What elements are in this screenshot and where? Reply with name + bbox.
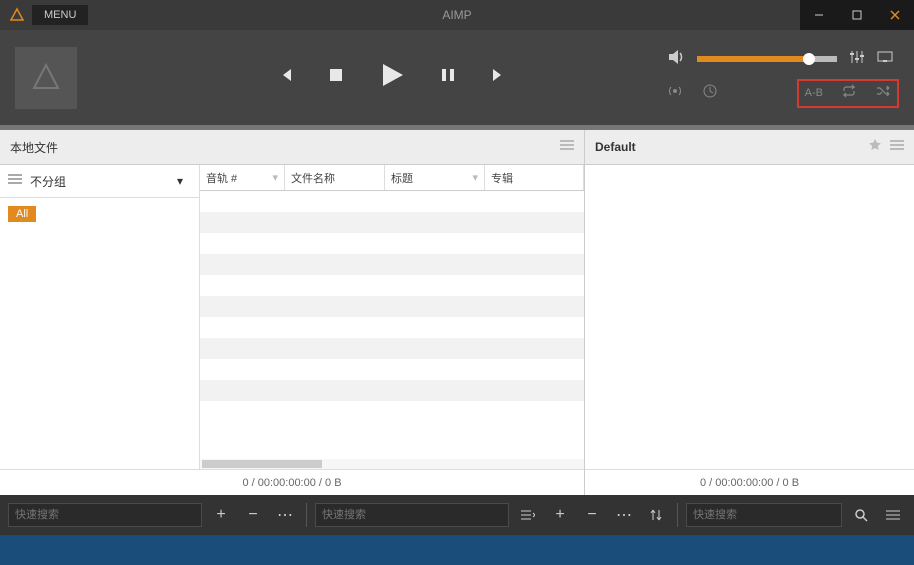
volume-slider[interactable] bbox=[697, 56, 837, 62]
repeat-button[interactable] bbox=[841, 84, 857, 103]
maximize-button[interactable] bbox=[838, 0, 876, 30]
menu-button-right[interactable] bbox=[880, 502, 906, 528]
default-playlist-tab[interactable]: Default bbox=[595, 140, 860, 154]
col-album[interactable]: 专辑 bbox=[485, 165, 584, 190]
list-button-mid[interactable] bbox=[515, 502, 541, 528]
playlist-area bbox=[585, 165, 914, 469]
radio-icon[interactable] bbox=[667, 84, 683, 103]
star-icon[interactable] bbox=[868, 138, 882, 157]
remove-button-left[interactable]: − bbox=[240, 502, 266, 528]
search-input-mid[interactable] bbox=[315, 503, 509, 527]
app-logo-icon bbox=[8, 6, 26, 24]
all-filter-button[interactable]: All bbox=[8, 206, 36, 222]
next-button[interactable] bbox=[491, 67, 507, 88]
table-rows bbox=[200, 191, 584, 459]
ab-repeat-button[interactable]: A-B bbox=[805, 87, 823, 99]
horizontal-scrollbar[interactable] bbox=[200, 459, 584, 469]
close-button[interactable] bbox=[876, 0, 914, 30]
local-files-tab[interactable]: 本地文件 bbox=[10, 139, 552, 156]
search-input-right[interactable] bbox=[686, 503, 842, 527]
app-title: AIMP bbox=[442, 8, 471, 22]
pause-button[interactable] bbox=[440, 67, 456, 88]
playback-mode-group: A-B bbox=[797, 79, 899, 108]
hamburger-icon[interactable] bbox=[8, 172, 22, 190]
col-filename[interactable]: 文件名称 bbox=[285, 165, 385, 190]
remove-button-mid[interactable]: − bbox=[579, 502, 605, 528]
sort-button[interactable] bbox=[643, 502, 669, 528]
right-status: 0 / 00:00:00:00 / 0 B bbox=[585, 469, 914, 495]
add-button-left[interactable]: + bbox=[208, 502, 234, 528]
more-button-mid[interactable]: ⋯ bbox=[611, 502, 637, 528]
equalizer-button[interactable] bbox=[849, 49, 865, 70]
search-icon[interactable] bbox=[848, 502, 874, 528]
display-button[interactable] bbox=[877, 49, 893, 70]
menu-button[interactable]: MENU bbox=[32, 5, 88, 25]
previous-button[interactable] bbox=[277, 67, 293, 88]
right-menu-icon[interactable] bbox=[890, 138, 904, 156]
stop-button[interactable] bbox=[328, 67, 344, 88]
add-button-mid[interactable]: + bbox=[547, 502, 573, 528]
play-button[interactable] bbox=[379, 62, 405, 93]
shuffle-button[interactable] bbox=[875, 84, 891, 103]
col-title[interactable]: 标题▾ bbox=[385, 165, 485, 190]
col-track[interactable]: 音轨 #▾ bbox=[200, 165, 285, 190]
volume-icon[interactable] bbox=[667, 48, 685, 71]
table-header: 音轨 #▾ 文件名称 标题▾ 专辑 bbox=[200, 165, 584, 191]
group-dropdown[interactable]: 不分组▾ bbox=[30, 173, 191, 190]
left-status: 0 / 00:00:00:00 / 0 B bbox=[0, 469, 584, 495]
search-input-left[interactable] bbox=[8, 503, 202, 527]
more-button-left[interactable]: ⋯ bbox=[272, 502, 298, 528]
album-art bbox=[15, 47, 77, 109]
clock-icon[interactable] bbox=[703, 84, 717, 103]
minimize-button[interactable] bbox=[800, 0, 838, 30]
left-menu-icon[interactable] bbox=[560, 138, 574, 156]
